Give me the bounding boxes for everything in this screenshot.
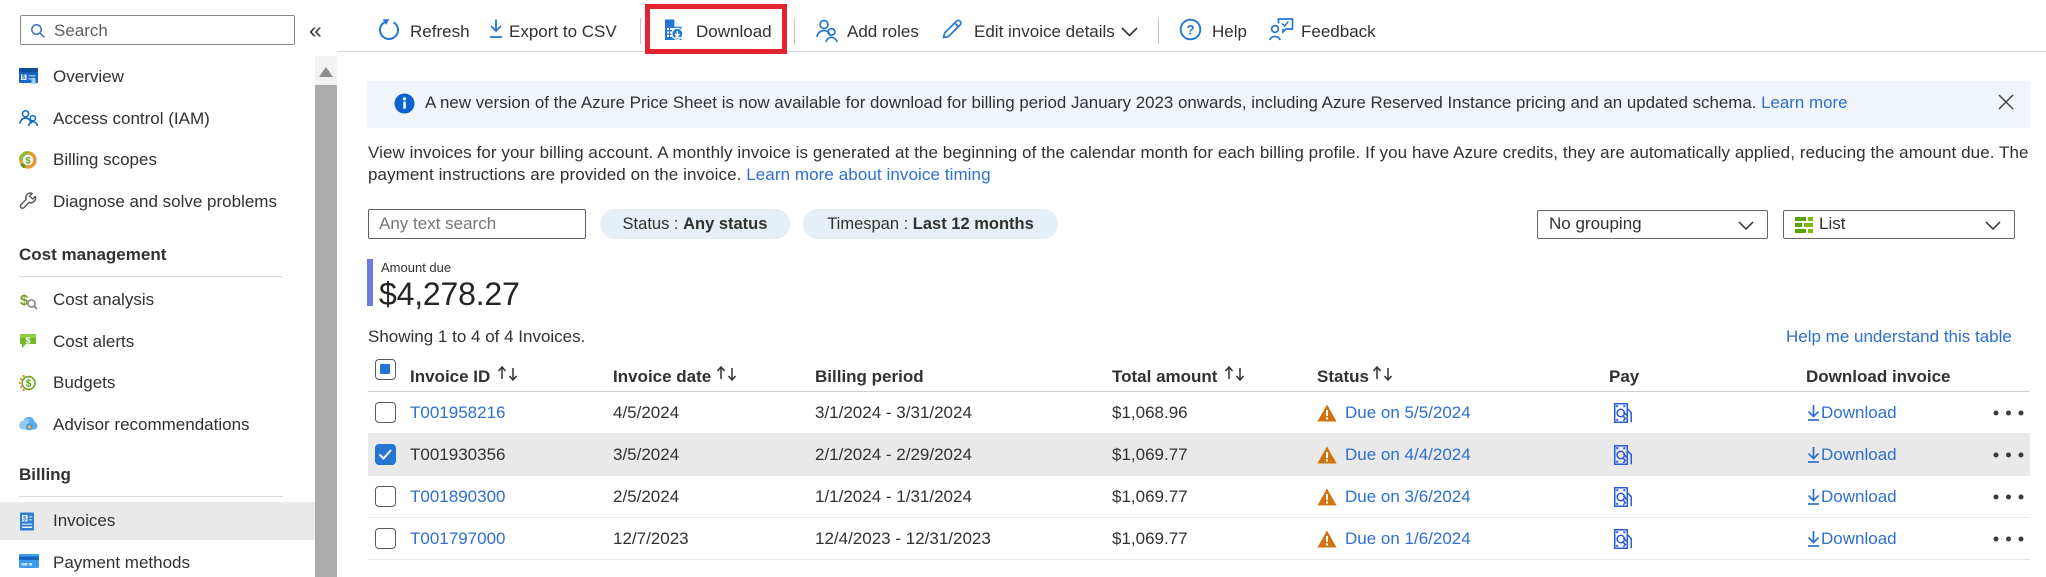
svg-text:$: $ xyxy=(20,292,29,309)
svg-text:$: $ xyxy=(25,155,30,165)
svg-text:?: ? xyxy=(1186,22,1194,37)
svg-text:$: $ xyxy=(26,378,32,389)
svg-text:$: $ xyxy=(23,515,27,522)
svg-text:$: $ xyxy=(25,336,30,346)
